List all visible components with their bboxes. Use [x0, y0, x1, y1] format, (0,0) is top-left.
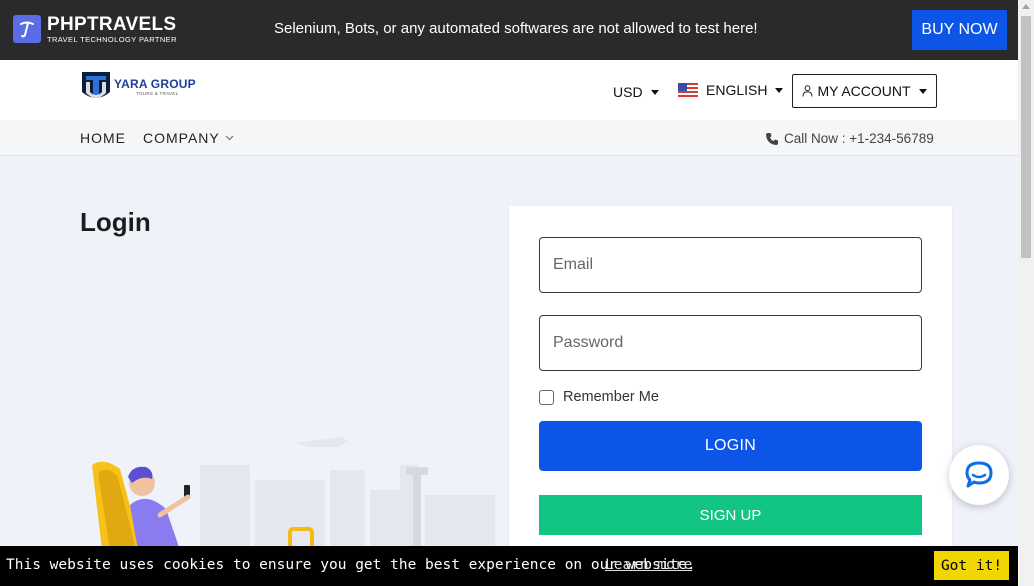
nav-company[interactable]: COMPANY — [143, 130, 234, 146]
yara-logo-icon — [82, 72, 110, 98]
promo-message: Selenium, Bots, or any automated softwar… — [274, 20, 758, 37]
scrollbar-thumb[interactable] — [1021, 16, 1031, 258]
scroll-up-arrow-icon[interactable] — [1022, 4, 1030, 9]
cookie-banner: This website uses cookies to ensure you … — [0, 546, 1018, 586]
main-nav: HOME COMPANY Call Now : +1-234-56789 — [0, 120, 1018, 156]
email-field[interactable] — [539, 237, 922, 293]
caret-down-icon — [650, 89, 659, 95]
chat-button[interactable] — [949, 445, 1009, 505]
learn-more-link[interactable]: Learn more — [605, 557, 692, 573]
signup-button[interactable]: SIGN UP — [539, 495, 922, 535]
cookie-accept-button[interactable]: Got it! — [934, 551, 1009, 580]
caret-down-icon — [918, 88, 927, 94]
travel-illustration — [92, 437, 495, 550]
cookie-message: This website uses cookies to ensure you … — [6, 557, 696, 573]
call-now-text: Call Now : +1-234-56789 — [784, 131, 934, 146]
language-dropdown[interactable]: ENGLISH — [678, 82, 784, 98]
brand-name: PHPTRAVELS — [47, 14, 177, 35]
logo-name: YARA GROUP — [114, 76, 196, 91]
currency-dropdown[interactable]: USD — [613, 84, 659, 100]
my-account-button[interactable]: MY ACCOUNT — [792, 74, 937, 108]
site-header: YARA GROUP TOURS & TRAVEL USD ENGLISH MY… — [0, 60, 1018, 120]
language-label: ENGLISH — [706, 82, 768, 98]
brand-tagline: TRAVEL TECHNOLOGY PARTNER — [47, 35, 177, 44]
caret-down-icon — [775, 87, 784, 93]
nav-home[interactable]: HOME — [80, 130, 126, 146]
page-scrollbar[interactable] — [1018, 0, 1034, 586]
chat-bubble-icon — [965, 461, 993, 488]
currency-label: USD — [613, 84, 643, 100]
page-title: Login — [80, 207, 151, 237]
phptravels-logo-icon — [13, 15, 41, 44]
login-card: Remember Me LOGIN SIGN UP — [509, 206, 952, 551]
user-icon — [802, 85, 813, 97]
password-field[interactable] — [539, 315, 922, 371]
top-promo-bar: PHPTRAVELS TRAVEL TECHNOLOGY PARTNER Sel… — [0, 0, 1018, 60]
remember-me[interactable]: Remember Me — [539, 389, 659, 405]
phptravels-brand[interactable]: PHPTRAVELS TRAVEL TECHNOLOGY PARTNER — [13, 15, 177, 44]
phone-icon — [766, 132, 778, 145]
remember-me-label: Remember Me — [563, 389, 659, 405]
chevron-down-icon — [225, 135, 234, 141]
us-flag-icon — [678, 83, 698, 97]
call-now[interactable]: Call Now : +1-234-56789 — [765, 131, 934, 146]
login-button[interactable]: LOGIN — [539, 421, 922, 471]
site-logo[interactable]: YARA GROUP TOURS & TRAVEL — [80, 70, 196, 104]
nav-company-label: COMPANY — [143, 130, 220, 146]
remember-me-checkbox[interactable] — [539, 389, 554, 405]
buy-now-button[interactable]: BUY NOW — [912, 10, 1007, 50]
account-label: MY ACCOUNT — [817, 83, 911, 99]
logo-tagline: TOURS & TRAVEL — [136, 90, 179, 96]
